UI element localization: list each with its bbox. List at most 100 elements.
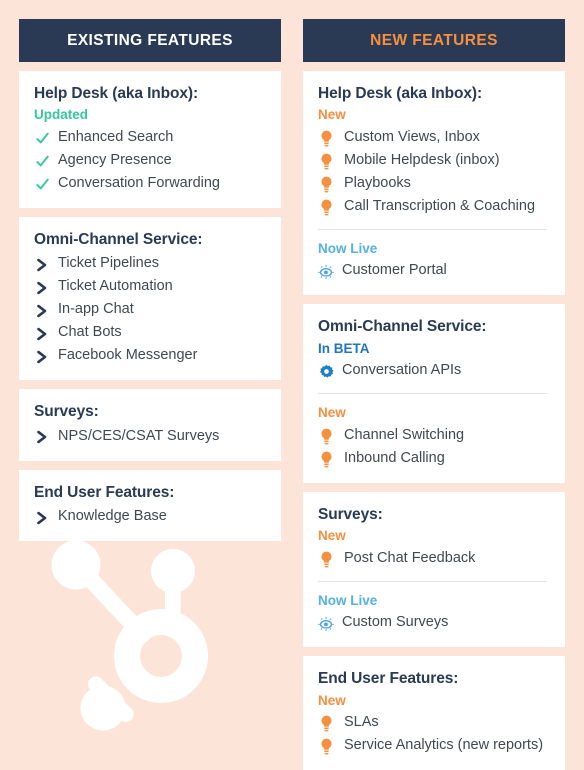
list-item[interactable]: Playbooks xyxy=(318,172,551,195)
feature-list: Enhanced Search Agency Presence Conversa… xyxy=(34,126,267,195)
list-item[interactable]: Post Chat Feedback xyxy=(318,547,551,570)
lightbulb-icon xyxy=(318,449,334,470)
card-title: Help Desk (aka Inbox): xyxy=(34,85,199,102)
lightbulb-icon xyxy=(318,174,334,195)
list-item[interactable]: Call Transcription & Coaching xyxy=(318,195,551,218)
card-surveys: Surveys: New Post Chat Feedback Now Live xyxy=(303,491,565,648)
card-title: Surveys: xyxy=(34,403,99,421)
column-header-new: NEW FEATURES xyxy=(303,19,565,62)
eye-icon xyxy=(318,261,334,282)
group-divider xyxy=(318,580,547,582)
list-item-label: Knowledge Base xyxy=(58,508,167,525)
list-item-label: Ticket Pipelines xyxy=(58,255,160,272)
feature-list: NPS/CES/CSAT Surveys xyxy=(34,425,267,448)
list-item-label: Customer Portal xyxy=(342,262,447,279)
lightbulb-icon xyxy=(318,426,334,447)
list-item[interactable]: Customer Portal xyxy=(318,259,551,282)
list-item-label: Call Transcription & Coaching xyxy=(344,197,536,214)
list-item-label: Mobile Helpdesk (inbox) xyxy=(344,151,500,168)
list-item[interactable]: Custom Views, Inbox xyxy=(318,126,551,149)
list-item-label: Service Analytics (new reports) xyxy=(344,737,544,754)
list-item[interactable]: NPS/CES/CSAT Surveys xyxy=(34,425,267,448)
feature-comparison-board: EXISTING FEATURES Help Desk (aka Inbox):… xyxy=(0,0,584,770)
feature-list: Custom Surveys xyxy=(318,611,551,634)
list-item[interactable]: In-app Chat xyxy=(34,298,267,321)
chevron-right-icon xyxy=(34,507,50,528)
list-item[interactable]: Inbound Calling xyxy=(318,447,551,470)
list-item-label: Agency Presence xyxy=(58,151,172,168)
feature-list: Conversation APIs xyxy=(318,359,551,382)
list-item[interactable]: Conversation APIs xyxy=(318,359,551,382)
list-item[interactable]: Enhanced Search xyxy=(34,126,267,149)
status-label-new: New xyxy=(318,405,346,421)
card-title: Omni-Channel Service: xyxy=(318,318,487,336)
list-item-label: Ticket Automation xyxy=(58,278,173,295)
list-item[interactable]: SLAs xyxy=(318,711,551,734)
check-icon xyxy=(34,128,50,149)
card-title: Help Desk (aka Inbox): xyxy=(318,85,483,102)
chevron-right-icon xyxy=(34,346,50,367)
chevron-right-icon xyxy=(34,323,50,344)
chevron-right-icon xyxy=(34,277,50,298)
list-item-label: Facebook Messenger xyxy=(58,347,198,364)
chevron-right-icon xyxy=(34,254,50,275)
list-item-label: NPS/CES/CSAT Surveys xyxy=(58,427,220,444)
check-icon xyxy=(34,151,50,172)
feature-list: Customer Portal xyxy=(318,259,551,282)
list-item[interactable]: Mobile Helpdesk (inbox) xyxy=(318,149,551,172)
card-title: End User Features: xyxy=(318,670,459,688)
feature-list: Channel Switching Inbound Calling xyxy=(318,424,551,470)
list-item[interactable]: Ticket Automation xyxy=(34,275,267,298)
status-label-updated: Updated xyxy=(34,107,88,123)
card-title: Omni-Channel Service: xyxy=(34,230,203,248)
list-item-label: Conversation Forwarding xyxy=(58,174,220,191)
status-label-now-live: Now Live xyxy=(318,592,378,608)
status-label-now-live: Now Live xyxy=(318,240,378,256)
lightbulb-icon xyxy=(318,549,334,570)
feature-list: Knowledge Base xyxy=(34,505,267,528)
list-item[interactable]: Facebook Messenger xyxy=(34,344,267,367)
status-label-new: New xyxy=(318,107,346,123)
list-item[interactable]: Conversation Forwarding xyxy=(34,172,267,195)
list-item[interactable]: Channel Switching xyxy=(318,424,551,447)
list-item-label: Playbooks xyxy=(344,174,411,191)
status-label-new: New xyxy=(318,692,346,708)
card-surveys: Surveys: NPS/CES/CSAT Surveys xyxy=(19,389,281,461)
lightbulb-icon xyxy=(318,128,334,149)
chevron-right-icon xyxy=(34,427,50,448)
feature-list: Ticket Pipelines Ticket Automation In-ap… xyxy=(34,252,267,367)
list-item[interactable]: Chat Bots xyxy=(34,321,267,344)
column-header-label: NEW FEATURES xyxy=(370,31,498,49)
lightbulb-icon xyxy=(318,713,334,734)
card-help-desk: Help Desk (aka Inbox): Updated Enhanced … xyxy=(19,71,281,208)
card-omni-channel-service: Omni-Channel Service: In BETA Conversati… xyxy=(303,304,565,483)
list-item[interactable]: Knowledge Base xyxy=(34,505,267,528)
lightbulb-icon xyxy=(318,736,334,757)
feature-list: Post Chat Feedback xyxy=(318,547,551,570)
card-omni-channel-service: Omni-Channel Service: Ticket Pipelines T… xyxy=(19,216,281,381)
column-header-label: EXISTING FEATURES xyxy=(67,31,233,49)
list-item-label: Custom Views, Inbox xyxy=(344,128,480,145)
chevron-right-icon xyxy=(34,300,50,321)
hubspot-sprocket-logo xyxy=(42,537,248,735)
list-item-label: Post Chat Feedback xyxy=(344,549,476,566)
list-item-label: Conversation APIs xyxy=(342,362,462,379)
list-item-label: Custom Surveys xyxy=(342,614,449,631)
list-item-label: Inbound Calling xyxy=(344,449,445,466)
list-item[interactable]: Ticket Pipelines xyxy=(34,252,267,275)
list-item-label: Chat Bots xyxy=(58,324,122,341)
eye-icon xyxy=(318,613,334,634)
column-existing-features: EXISTING FEATURES Help Desk (aka Inbox):… xyxy=(19,19,281,542)
list-item[interactable]: Service Analytics (new reports) xyxy=(318,734,551,757)
feature-list: Custom Views, Inbox Mobile Helpdesk (inb… xyxy=(318,126,551,218)
list-item[interactable]: Custom Surveys xyxy=(318,611,551,634)
group-divider xyxy=(318,228,547,230)
list-item[interactable]: Agency Presence xyxy=(34,149,267,172)
card-end-user-features: End User Features: Knowledge Base xyxy=(19,469,281,542)
card-title: Surveys: xyxy=(318,505,383,523)
column-new-features: NEW FEATURES Help Desk (aka Inbox): New … xyxy=(303,19,565,770)
card-title: End User Features: xyxy=(34,483,175,501)
feature-list: SLAs Service Analytics (new reports) xyxy=(318,711,551,757)
status-label-new: New xyxy=(318,528,346,544)
lightbulb-icon xyxy=(318,197,334,218)
